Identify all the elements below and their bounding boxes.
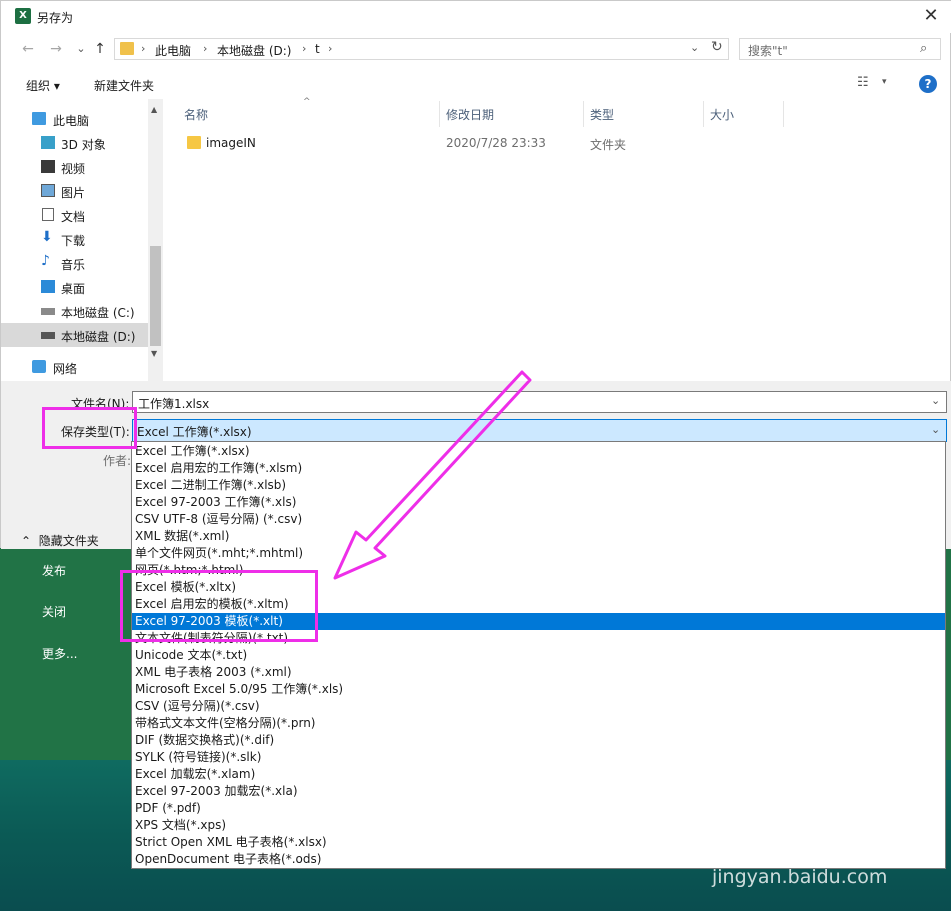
baidu-watermark-url: jingyan.baidu.com: [712, 866, 888, 888]
annotation-arrow: [333, 370, 532, 580]
